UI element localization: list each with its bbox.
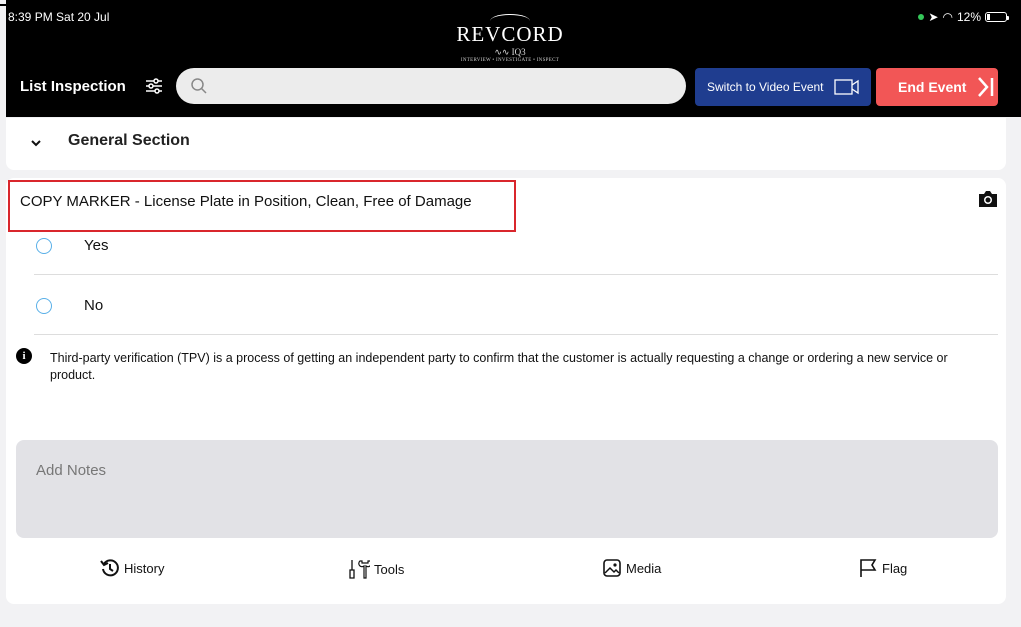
option-no[interactable]: No <box>34 286 998 326</box>
general-section-header[interactable]: General Section <box>6 118 1006 170</box>
history-icon <box>100 559 119 577</box>
media-label: Media <box>626 560 662 576</box>
switch-video-label: Switch to Video Event <box>707 80 824 94</box>
radio-no[interactable] <box>36 298 52 314</box>
page-title: List Inspection <box>20 78 126 95</box>
flag-label: Flag <box>882 560 908 576</box>
battery-icon <box>985 12 1009 22</box>
logo-text: REVCORD <box>456 22 564 46</box>
battery-percent: 12% <box>956 10 981 24</box>
info-text: Third-party verification (TPV) is a proc… <box>50 351 948 382</box>
search-bar[interactable] <box>176 68 686 104</box>
question-card: COPY MARKER - License Plate in Position,… <box>6 178 1006 604</box>
tools-label: Tools <box>374 561 405 577</box>
option-no-label: No <box>84 297 104 314</box>
top-edge-line <box>0 4 1021 6</box>
revcord-logo: REVCORD ∿∿ IQ3 INTERVIEW • INVESTIGATE •… <box>440 14 580 64</box>
tools-icon <box>349 560 370 579</box>
add-notes-field[interactable]: Add Notes <box>16 440 998 538</box>
end-event-button[interactable]: End Event <box>876 68 998 106</box>
radio-yes[interactable] <box>36 238 52 254</box>
exit-arrow-icon <box>978 77 994 97</box>
option-yes-label: Yes <box>84 237 109 254</box>
history-button[interactable]: History <box>100 558 164 578</box>
flag-button[interactable]: Flag <box>858 558 907 578</box>
video-camera-icon <box>833 79 859 95</box>
info-icon: i <box>16 348 32 364</box>
search-icon <box>191 78 207 94</box>
option-yes[interactable]: Yes <box>34 226 998 266</box>
status-indicators: ➤ ◠ 12% <box>918 10 1009 24</box>
logo-sub: ∿∿ IQ3 <box>494 47 526 57</box>
media-button[interactable]: Media <box>602 558 661 578</box>
camera-icon[interactable] <box>978 190 998 208</box>
divider <box>34 334 998 335</box>
switch-to-video-button[interactable]: Switch to Video Event <box>695 68 871 106</box>
flag-icon <box>860 559 877 577</box>
end-event-label: End Event <box>898 79 967 95</box>
question-highlight: COPY MARKER - License Plate in Position,… <box>8 180 516 232</box>
tools-button[interactable]: Tools <box>348 558 404 580</box>
mic-dot-icon <box>918 14 925 20</box>
notes-placeholder: Add Notes <box>36 462 107 479</box>
question-text: COPY MARKER - License Plate in Position,… <box>20 193 472 210</box>
wifi-icon: ◠ <box>942 10 953 24</box>
status-time: 8:39 PM Sat 20 Jul <box>8 10 110 24</box>
search-input[interactable] <box>216 74 676 98</box>
chevron-down-icon[interactable] <box>30 137 42 149</box>
history-label: History <box>124 560 165 576</box>
filter-icon[interactable] <box>144 76 164 96</box>
section-title: General Section <box>68 132 190 149</box>
media-icon <box>603 559 621 577</box>
divider <box>34 274 998 275</box>
logo-tagline: INTERVIEW • INVESTIGATE • INSPECT <box>460 58 560 63</box>
location-icon: ➤ <box>928 10 939 24</box>
